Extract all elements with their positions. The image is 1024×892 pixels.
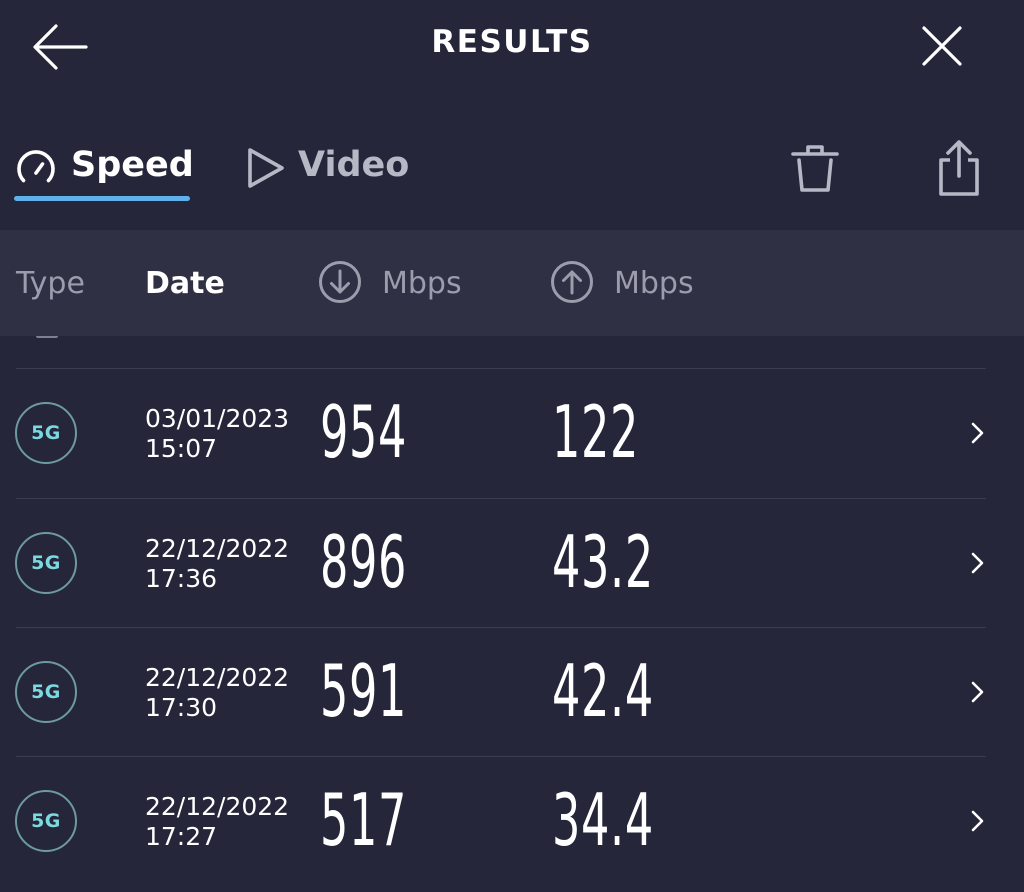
download-speed: 954 bbox=[320, 390, 408, 474]
result-row[interactable]: 5G 22/12/2022 17:27 517 34.4 bbox=[0, 756, 1024, 885]
tab-video[interactable]: Video bbox=[242, 130, 412, 204]
result-date: 22/12/2022 bbox=[145, 534, 290, 563]
result-time: 17:30 bbox=[145, 693, 218, 722]
play-icon bbox=[248, 148, 284, 188]
result-time: 17:27 bbox=[145, 822, 218, 851]
active-tab-indicator bbox=[14, 196, 190, 201]
column-type[interactable]: Type bbox=[16, 266, 85, 301]
network-type-label: 5G bbox=[31, 422, 61, 444]
network-type-label: 5G bbox=[31, 681, 61, 703]
chevron-right-icon bbox=[971, 422, 984, 444]
tab-speed-label: Speed bbox=[71, 145, 194, 185]
arrow-up-circle-icon bbox=[551, 261, 593, 303]
result-time: 15:07 bbox=[145, 434, 218, 463]
network-type-label: 5G bbox=[31, 552, 61, 574]
result-date: 22/12/2022 bbox=[145, 792, 290, 821]
results-list[interactable]: 5G 03/01/2023 15:07 954 122 5G 22/12/202… bbox=[0, 336, 1024, 892]
chevron-right-icon bbox=[971, 810, 984, 832]
share-icon bbox=[939, 140, 979, 196]
chevron-right-icon bbox=[971, 552, 984, 574]
top-bar: RESULTS bbox=[0, 0, 1024, 92]
result-row[interactable]: 5G 03/01/2023 15:07 954 122 bbox=[0, 368, 1024, 497]
download-speed: 896 bbox=[320, 520, 408, 604]
trash-icon bbox=[791, 145, 839, 192]
results-screen: RESULTS Speed Video Type Date Mbps Mbps … bbox=[0, 0, 1024, 892]
tab-speed[interactable]: Speed bbox=[14, 130, 194, 204]
result-date: 03/01/2023 bbox=[145, 404, 290, 433]
upload-speed: 42.4 bbox=[552, 649, 654, 733]
arrow-left-icon bbox=[33, 24, 88, 70]
scrolled-row-remnant bbox=[36, 336, 58, 338]
result-row[interactable]: 5G 22/12/2022 17:36 896 43.2 bbox=[0, 498, 1024, 627]
result-time: 17:36 bbox=[145, 564, 218, 593]
result-date: 22/12/2022 bbox=[145, 663, 290, 692]
column-date[interactable]: Date bbox=[145, 266, 225, 301]
column-upload[interactable]: Mbps bbox=[614, 266, 694, 301]
download-speed: 517 bbox=[320, 778, 408, 862]
row-divider bbox=[16, 498, 986, 499]
close-icon bbox=[922, 26, 962, 66]
arrow-down-circle-icon bbox=[319, 261, 361, 303]
gauge-icon bbox=[17, 150, 55, 183]
results-tabs: Speed Video bbox=[0, 130, 1024, 210]
network-type-badge: 5G bbox=[15, 661, 77, 723]
column-header: Type Date Mbps Mbps bbox=[0, 230, 1024, 336]
back-button[interactable] bbox=[28, 18, 92, 76]
row-divider bbox=[16, 627, 986, 628]
upload-speed: 43.2 bbox=[552, 520, 654, 604]
close-button[interactable] bbox=[914, 18, 970, 74]
network-type-badge: 5G bbox=[15, 532, 77, 594]
result-datetime: 22/12/2022 17:30 bbox=[145, 663, 289, 723]
delete-button[interactable] bbox=[788, 140, 842, 198]
network-type-label: 5G bbox=[31, 810, 61, 832]
download-speed: 591 bbox=[320, 649, 408, 733]
row-divider bbox=[16, 368, 986, 369]
network-type-badge: 5G bbox=[15, 402, 77, 464]
page-title: RESULTS bbox=[431, 24, 593, 60]
network-type-badge: 5G bbox=[15, 790, 77, 852]
row-divider bbox=[16, 756, 986, 757]
result-datetime: 22/12/2022 17:27 bbox=[145, 792, 289, 852]
share-button[interactable] bbox=[932, 138, 986, 198]
upload-speed: 34.4 bbox=[552, 778, 654, 862]
result-row[interactable]: 5G 22/12/2022 17:30 591 42.4 bbox=[0, 627, 1024, 756]
result-datetime: 03/01/2023 15:07 bbox=[145, 404, 289, 464]
tab-video-label: Video bbox=[298, 145, 410, 185]
result-datetime: 22/12/2022 17:36 bbox=[145, 534, 289, 594]
column-download[interactable]: Mbps bbox=[382, 266, 462, 301]
upload-speed: 122 bbox=[552, 390, 640, 474]
chevron-right-icon bbox=[971, 681, 984, 703]
